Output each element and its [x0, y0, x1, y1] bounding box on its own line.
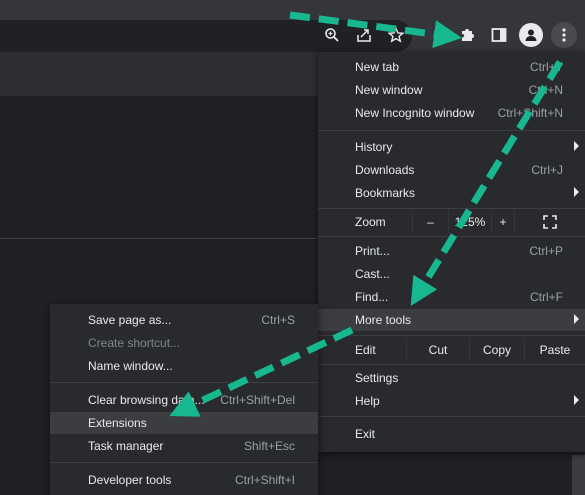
menu-separator [318, 364, 585, 365]
submenu-item-clear-browsing-data[interactable]: Clear browsing data... Ctrl+Shift+Del [50, 389, 318, 411]
side-panel-icon[interactable] [488, 24, 510, 46]
submenu-arrow-icon [574, 314, 579, 324]
cut-button[interactable]: Cut [407, 338, 469, 362]
menu-item-exit[interactable]: Exit [318, 423, 585, 445]
profile-icon[interactable] [519, 23, 543, 47]
submenu-item-create-shortcut: Create shortcut... [88, 336, 181, 350]
zoom-level-value: 125% [449, 210, 491, 234]
share-icon[interactable] [353, 24, 375, 46]
menu-separator [318, 335, 585, 336]
menu-item-bookmarks[interactable]: Bookmarks [318, 182, 585, 204]
menu-item-history[interactable]: History [318, 136, 585, 158]
fullscreen-icon [543, 215, 557, 229]
fullscreen-button[interactable] [515, 210, 585, 234]
zoom-label: Zoom [318, 210, 412, 234]
submenu-item-task-manager[interactable]: Task manager Shift+Esc [50, 435, 318, 457]
zoom-in-button[interactable]: + [492, 210, 514, 234]
edit-label: Edit [318, 338, 406, 362]
star-icon[interactable] [385, 24, 407, 46]
menu-separator [318, 416, 585, 417]
kebab-menu-icon[interactable] [551, 22, 577, 48]
submenu-item-save-page[interactable]: Save page as... Ctrl+S [50, 309, 318, 331]
page-content-section [0, 96, 318, 169]
submenu-item-extensions[interactable]: Extensions [50, 412, 318, 434]
menu-zoom-row: Zoom – 125% + [318, 210, 585, 234]
address-bar[interactable] [0, 20, 412, 52]
menu-item-new-incognito-window[interactable]: New Incognito window Ctrl+Shift+N [318, 102, 585, 124]
scrollbar[interactable] [572, 455, 585, 495]
paste-button[interactable]: Paste [525, 338, 585, 362]
extensions-puzzle-icon[interactable] [456, 24, 478, 46]
zoom-icon[interactable] [321, 24, 343, 46]
menu-separator [50, 462, 318, 463]
submenu-item-developer-tools[interactable]: Developer tools Ctrl+Shift+I [50, 469, 318, 491]
submenu-arrow-icon [574, 141, 579, 151]
menu-item-settings[interactable]: Settings [318, 367, 585, 389]
copy-button[interactable]: Copy [470, 338, 524, 362]
menu-separator [318, 130, 585, 131]
menu-separator [318, 236, 585, 237]
menu-item-more-tools[interactable]: More tools [318, 309, 585, 331]
more-tools-submenu: Save page as... Ctrl+S Create shortcut...… [50, 304, 318, 495]
page-content-header [0, 52, 318, 97]
menu-separator [50, 382, 318, 383]
menu-item-downloads[interactable]: Downloads Ctrl+J [318, 159, 585, 181]
menu-separator [318, 208, 585, 209]
submenu-arrow-icon [574, 395, 579, 405]
menu-item-cast[interactable]: Cast... [318, 263, 585, 285]
submenu-item-name-window[interactable]: Name window... [50, 355, 318, 377]
menu-item-new-window[interactable]: New window Ctrl+N [318, 79, 585, 101]
menu-item-find[interactable]: Find... Ctrl+F [318, 286, 585, 308]
zoom-out-button[interactable]: – [413, 210, 448, 234]
submenu-arrow-icon [574, 187, 579, 197]
menu-edit-row: Edit Cut Copy Paste [318, 338, 585, 362]
menu-item-help[interactable]: Help [318, 390, 585, 412]
menu-item-new-tab[interactable]: New tab Ctrl+T [318, 56, 585, 78]
menu-item-print[interactable]: Print... Ctrl+P [318, 240, 585, 262]
chrome-main-menu: New tab Ctrl+T New window Ctrl+N New Incog… [318, 52, 585, 452]
page-content-section [0, 168, 318, 239]
